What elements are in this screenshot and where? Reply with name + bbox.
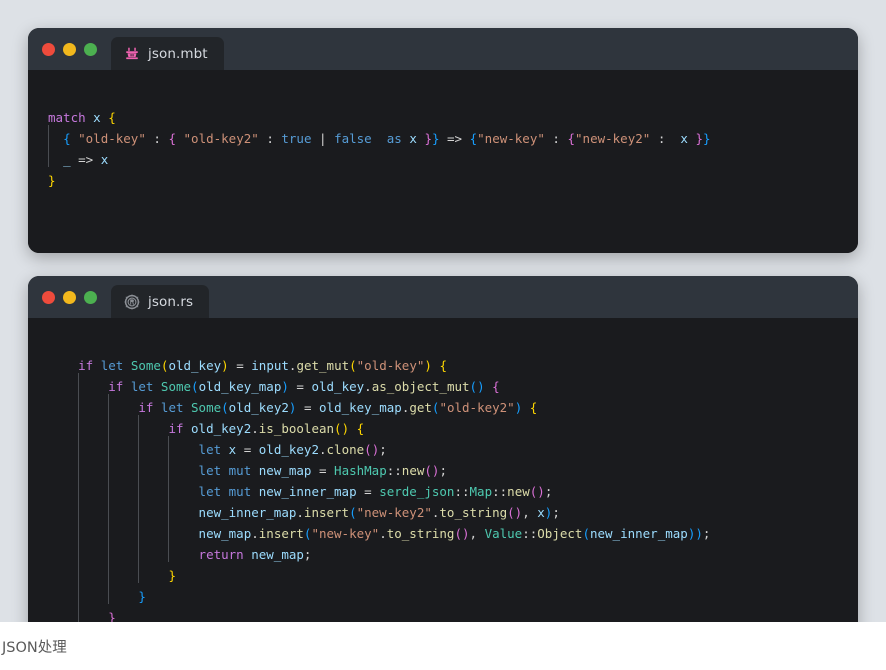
close-button-icon[interactable]	[42, 290, 55, 304]
maximize-button-icon[interactable]	[84, 290, 97, 304]
traffic-lights-moonbit	[42, 28, 97, 70]
code-line: if let Some(old_key_map) = old_key.as_ob…	[48, 373, 848, 397]
titlebar-moonbit: json.mbt	[28, 28, 858, 70]
code-window-rust: json.rs if let Some(old_key) = input.get…	[28, 276, 858, 670]
code-window-moonbit: json.mbt match x { { "old-key" : { "old-…	[28, 28, 858, 253]
code-line: if let Some(old_key) = input.get_mut("ol…	[78, 358, 447, 373]
code-line: _ => x	[48, 146, 848, 170]
tab-json-rs[interactable]: json.rs	[111, 285, 210, 318]
code-line: if let Some(old_key2) = old_key_map.get(…	[48, 394, 848, 418]
code-line: }	[48, 562, 848, 586]
code-line: return new_map;	[48, 541, 848, 565]
code-line: match x {	[48, 110, 116, 125]
rust-icon	[124, 294, 140, 310]
traffic-lights-rust	[42, 276, 97, 318]
code-editor-rust[interactable]: if let Some(old_key) = input.get_mut("ol…	[28, 318, 858, 670]
screenshot-root: json.mbt match x { { "old-key" : { "old-…	[0, 0, 886, 670]
minimize-button-icon[interactable]	[63, 42, 76, 56]
tab-json-mbt[interactable]: json.mbt	[111, 37, 224, 70]
tab-label-json-rs: json.rs	[148, 293, 194, 310]
moonbit-icon	[124, 46, 140, 62]
code-line: }	[48, 583, 848, 607]
tab-label-json-mbt: json.mbt	[148, 45, 208, 62]
titlebar-rust: json.rs	[28, 276, 858, 318]
minimize-button-icon[interactable]	[63, 290, 76, 304]
close-button-icon[interactable]	[42, 42, 55, 56]
code-line: }	[48, 173, 56, 188]
caption-text: JSON处理	[0, 622, 886, 670]
code-line: { "old-key" : { "old-key2" : true | fals…	[48, 125, 848, 149]
code-windows-container: json.mbt match x { { "old-key" : { "old-…	[0, 0, 886, 670]
maximize-button-icon[interactable]	[84, 42, 97, 56]
code-editor-moonbit[interactable]: match x { { "old-key" : { "old-key2" : t…	[28, 70, 858, 253]
